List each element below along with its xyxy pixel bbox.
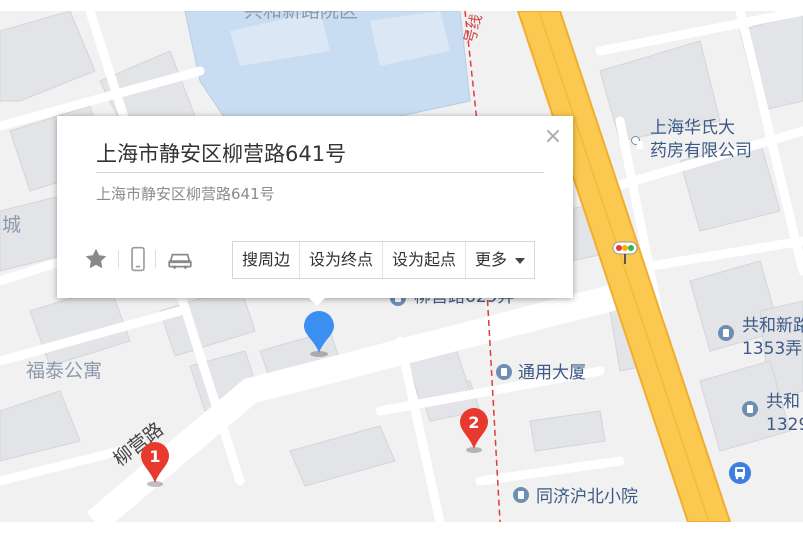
gonghe-b-poi-icon <box>742 401 758 417</box>
info-popup: 上海市静安区柳营路641号 × 上海市静安区柳营路641号 搜周边 设为终点 设… <box>57 116 573 298</box>
close-icon[interactable]: × <box>542 126 564 148</box>
divider <box>118 250 119 268</box>
tongji-label[interactable]: 同济沪北小院 <box>536 487 638 507</box>
popup-pointer <box>307 296 327 306</box>
gonghe-a-label-line2[interactable]: 1353弄 <box>742 339 802 359</box>
pharmacy-label-line2[interactable]: 药房有限公司 <box>650 141 752 161</box>
more-button-label: 更多 <box>475 250 508 269</box>
traffic-light-icon[interactable] <box>612 239 638 265</box>
bus-stop-icon[interactable] <box>729 462 751 484</box>
star-icon[interactable] <box>83 246 109 272</box>
tongyong-poi-icon <box>496 364 512 380</box>
gonghe-b-label-line2[interactable]: 1329 <box>766 415 803 435</box>
location-pin-icon[interactable] <box>302 309 336 359</box>
tongyong-building-label[interactable]: 通用大厦 <box>518 363 586 383</box>
set-end-button[interactable]: 设为终点 <box>300 242 384 278</box>
map-marker-1[interactable]: 1 <box>139 441 171 489</box>
car-icon[interactable] <box>167 246 193 272</box>
tongji-poi-icon <box>513 487 529 503</box>
popup-divider <box>96 172 544 173</box>
pharmacy-label-line1[interactable]: 上海华氏大 <box>650 118 735 138</box>
gonghe-a-poi-icon <box>718 325 734 341</box>
popup-title: 上海市静安区柳营路641号 <box>96 142 347 166</box>
fortai-apartment-label[interactable]: 福泰公寓 <box>26 361 102 381</box>
gonghe-b-label-line1[interactable]: 共和 <box>766 392 800 412</box>
gonghe-a-label-line1[interactable]: 共和新路 <box>742 316 803 336</box>
popup-address: 上海市静安区柳营路641号 <box>96 185 275 203</box>
set-start-button[interactable]: 设为起点 <box>383 242 467 278</box>
search-nearby-button[interactable]: 搜周边 <box>233 242 301 278</box>
more-button[interactable]: 更多 <box>466 242 534 278</box>
marker-1-number: 1 <box>149 447 161 466</box>
pharmacy-dot-icon <box>631 136 643 149</box>
hospital-label: 共和新路院区 <box>244 11 359 22</box>
district-fragment-label: 城 <box>2 214 22 236</box>
chevron-down-icon <box>515 257 526 264</box>
divider <box>155 250 156 268</box>
phone-icon[interactable] <box>125 246 151 272</box>
marker-2-number: 2 <box>468 413 480 432</box>
map-marker-2[interactable]: 2 <box>458 407 490 455</box>
popup-action-buttons: 搜周边 设为终点 设为起点 更多 <box>232 241 536 279</box>
